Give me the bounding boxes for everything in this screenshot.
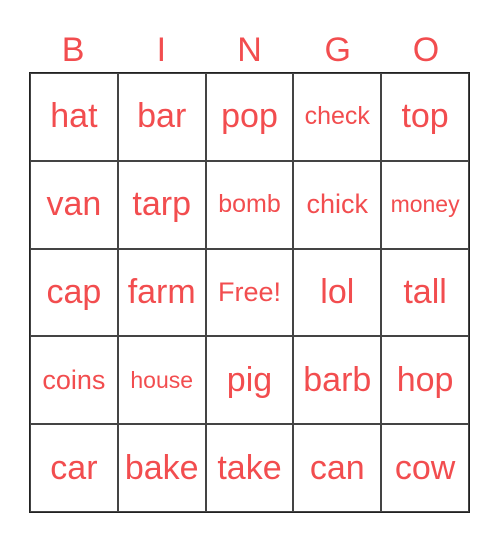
bingo-cell[interactable]: pig [205,336,294,425]
header-letter-i: I [156,31,167,69]
bingo-cell[interactable]: bomb [205,160,294,249]
bingo-grid: hat bar pop check top van tarp bomb chick money ca… [29,72,470,513]
bingo-cell[interactable]: bar [117,73,206,161]
bingo-cell[interactable]: cap [30,248,118,337]
header-letter-g: G [324,31,351,69]
bingo-cell[interactable]: coins [30,336,118,425]
bingo-cell[interactable]: van [30,160,118,249]
bingo-cell[interactable]: chick [293,160,382,249]
bingo-cell[interactable]: tarp [117,160,206,249]
bingo-cell[interactable]: hop [381,336,469,425]
header-letter-b: B [61,31,85,69]
bingo-cell[interactable]: take [205,424,294,512]
bingo-cell[interactable]: top [381,73,469,161]
bingo-cell[interactable]: cow [381,424,469,512]
bingo-cell[interactable]: check [293,73,382,161]
header-letter-o: O [412,31,440,69]
bingo-cell[interactable]: can [293,424,382,512]
bingo-cell[interactable]: hat [30,73,118,161]
bingo-cell[interactable]: pop [205,73,294,161]
bingo-cell[interactable]: tall [381,248,469,337]
bingo-cell[interactable]: barb [293,336,382,425]
header-letter-n: N [237,31,262,69]
bingo-cell[interactable]: money [381,160,469,249]
bingo-cell[interactable]: car [30,424,118,512]
bingo-header: B I N G O [29,28,470,72]
bingo-cell[interactable]: house [117,336,206,425]
bingo-cell[interactable]: lol [293,248,382,337]
bingo-cell[interactable]: farm [117,248,206,337]
bingo-cell[interactable]: bake [117,424,206,512]
free-space-cell[interactable]: Free! [205,248,294,337]
